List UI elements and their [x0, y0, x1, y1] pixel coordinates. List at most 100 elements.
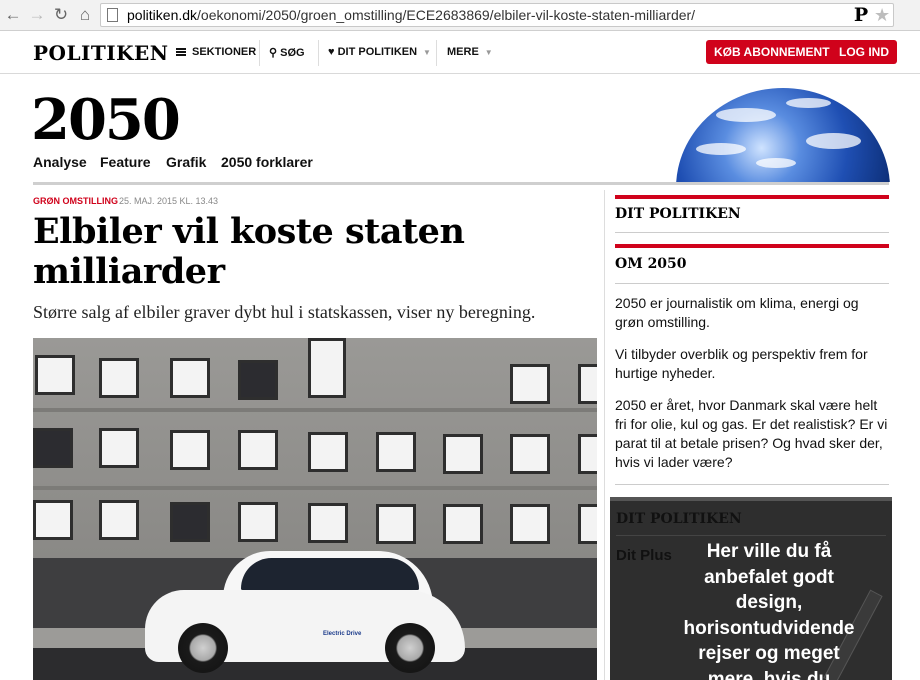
- home-icon[interactable]: ⌂: [75, 5, 95, 25]
- forward-arrow-icon[interactable]: →: [27, 5, 47, 25]
- article-photo[interactable]: Electric Drive: [33, 338, 597, 680]
- page-icon: [107, 8, 118, 22]
- promo-line: horisontudvidende: [683, 617, 855, 639]
- my-politiken-button[interactable]: ♥ DIT POLITIKEN ▼: [328, 46, 431, 58]
- sidebar-paragraph: Vi tilbyder overblik og perspektiv frem …: [615, 346, 868, 381]
- login-button[interactable]: LOG IND: [831, 40, 897, 64]
- dit-plus-promo[interactable]: DIT POLITIKEN Dit Plus Her ville du få a…: [610, 497, 892, 680]
- car-windows: [241, 558, 419, 590]
- building-window: [99, 428, 139, 468]
- promo-label: DIT POLITIKEN: [616, 511, 742, 527]
- nav-divider: [259, 40, 260, 66]
- building-window: [170, 502, 210, 542]
- building-window: [308, 432, 348, 472]
- politiken-logo[interactable]: POLITIKEN: [33, 41, 169, 65]
- back-arrow-icon[interactable]: ←: [3, 5, 23, 25]
- hamburger-icon: [176, 48, 186, 56]
- building-window: [238, 430, 278, 470]
- sidebar-paragraph: 2050 er året, hvor Danmark skal være hel…: [615, 397, 888, 470]
- globe-cloud: [806, 133, 861, 149]
- tab-2050-forklarer[interactable]: 2050 forklarer: [221, 154, 313, 170]
- building-window: [578, 504, 597, 544]
- globe-cloud: [756, 158, 796, 168]
- my-politiken-label: DIT POLITIKEN: [337, 46, 418, 58]
- chevron-down-icon: ▼: [423, 48, 431, 57]
- building-window: [376, 504, 416, 544]
- globe-sphere: [676, 88, 890, 182]
- site-navigation: POLITIKEN SEKTIONER ⚲ SØG ♥ DIT POLITIKE…: [0, 31, 920, 74]
- search-button[interactable]: ⚲ SØG: [269, 46, 305, 59]
- building-window: [308, 338, 346, 398]
- building-window: [443, 434, 483, 474]
- bookmark-star-icon[interactable]: ★: [874, 4, 890, 26]
- sections-label: SEKTIONER: [192, 46, 257, 58]
- building-window: [99, 358, 139, 398]
- article-kicker[interactable]: GRØN OMSTILLING: [33, 196, 118, 206]
- car-wheel: [178, 623, 228, 673]
- sidebar-divider: [615, 283, 889, 284]
- browser-toolbar: ← → ↻ ⌂ politiken.dk/oekonomi/2050/groen…: [0, 0, 920, 31]
- promo-line: design,: [735, 592, 803, 613]
- building-window: [510, 434, 550, 474]
- facade-band: [33, 408, 597, 412]
- building-window: [170, 430, 210, 470]
- heart-icon: ♥: [328, 46, 335, 58]
- article-date: 25. MAJ. 2015 KL. 13.43: [119, 196, 219, 206]
- building-window: [510, 504, 550, 544]
- headline-line: Elbiler vil koste staten: [33, 211, 465, 252]
- building-window: [35, 355, 75, 395]
- building-window: [238, 502, 278, 542]
- building-window: [99, 500, 139, 540]
- sidebar-divider: [615, 484, 889, 485]
- sidebar-paragraph: 2050 er journalistik om klima, energi og…: [615, 295, 859, 330]
- url-path: /oekonomi/2050/groen_omstilling/ECE26838…: [197, 7, 696, 23]
- sections-menu-button[interactable]: SEKTIONER: [176, 46, 256, 58]
- subscribe-button[interactable]: KØB ABONNEMENT: [706, 40, 838, 64]
- more-label: MERE: [447, 46, 479, 58]
- section-divider: [33, 182, 889, 185]
- building-window: [578, 364, 597, 404]
- car-decal-text: Electric Drive: [323, 631, 362, 637]
- building-window: [376, 432, 416, 472]
- promo-line: Her ville du få: [706, 541, 832, 562]
- tab-analyse[interactable]: Analyse: [33, 154, 87, 170]
- address-bar[interactable]: politiken.dk/oekonomi/2050/groen_omstill…: [100, 3, 894, 27]
- article-lede: Større salg af elbiler graver dybt hul i…: [33, 302, 536, 322]
- politiken-extension-icon[interactable]: P: [851, 4, 871, 26]
- globe-cloud: [716, 108, 776, 122]
- building-window: [308, 503, 348, 543]
- building-window: [33, 428, 73, 468]
- sidebar-divider: [615, 232, 889, 233]
- more-menu-button[interactable]: MERE ▼: [447, 46, 493, 58]
- sidebar-red-rule: [615, 244, 889, 248]
- building-window: [33, 500, 73, 540]
- article-headline: Elbiler vil koste staten milliarder: [33, 212, 593, 292]
- building-window: [578, 434, 597, 474]
- sidebar-red-rule: [615, 195, 889, 199]
- car-wheel: [385, 623, 435, 673]
- promo-divider: [616, 535, 886, 536]
- sidebar-dit-politiken-heading[interactable]: DIT POLITIKEN: [615, 206, 741, 222]
- tab-grafik[interactable]: Grafik: [166, 154, 206, 170]
- chevron-down-icon: ▼: [484, 48, 493, 57]
- building-window: [238, 360, 278, 400]
- tab-feature[interactable]: Feature: [100, 154, 151, 170]
- section-title[interactable]: 2050: [31, 84, 181, 156]
- reload-icon[interactable]: ↻: [51, 5, 71, 25]
- globe-cloud: [696, 143, 746, 155]
- search-icon: ⚲: [269, 47, 278, 59]
- promo-text: Her ville du få anbefalet godt design, h…: [646, 539, 892, 680]
- url-host: politiken.dk: [127, 7, 198, 23]
- promo-line: anbefalet godt: [704, 566, 834, 588]
- headline-line: milliarder: [33, 251, 225, 292]
- building-window: [443, 504, 483, 544]
- promo-line: rejser og meget: [698, 643, 840, 664]
- earth-globe-image: [676, 88, 890, 182]
- promo-line: mere, hvis du: [707, 668, 831, 680]
- promo-top-rule: [610, 497, 892, 501]
- building-window: [170, 358, 210, 398]
- nav-divider: [318, 40, 319, 66]
- facade-band: [33, 486, 597, 490]
- nav-divider: [436, 40, 437, 66]
- search-label: SØG: [280, 47, 305, 59]
